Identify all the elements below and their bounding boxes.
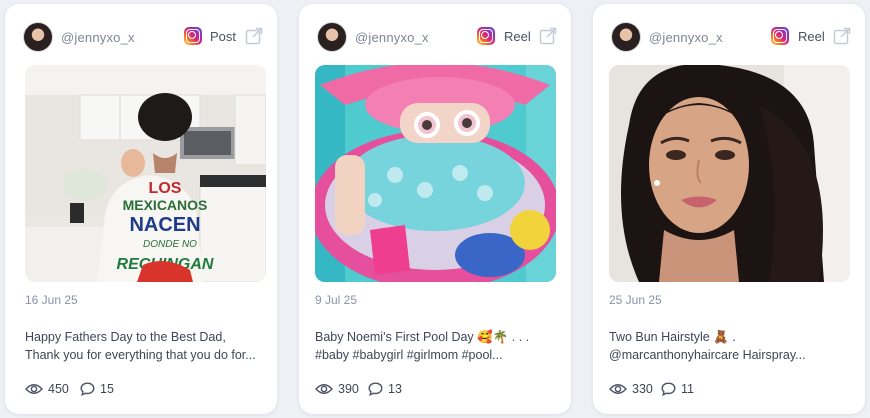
account-handle[interactable]: @jennyxo_x [649,30,723,45]
caption-line: Baby Noemi's First Pool Day 🥰🌴 . . . [315,330,530,344]
card-header: @jennyxo_x Reel [593,22,865,56]
instagram-icon [771,27,789,45]
eye-icon [609,384,627,394]
avatar[interactable] [611,22,641,52]
eye-icon [25,384,43,394]
post-date: 9 Jul 25 [315,293,358,307]
external-link-icon[interactable] [538,26,558,46]
shirt-text: LOS [149,180,182,197]
account-handle[interactable]: @jennyxo_x [355,30,429,45]
post-type-label: Reel [798,29,825,44]
comments-count: 15 [100,382,114,396]
post-card[interactable]: @jennyxo_x Post LOS MEXICANOS NACEN DOND… [5,4,277,414]
comment-icon [80,382,95,396]
caption-line: Happy Fathers Day to the Best Dad, [25,330,226,344]
post-caption[interactable]: Baby Noemi's First Pool Day 🥰🌴 . . . #ba… [315,328,560,364]
external-link-icon[interactable] [832,26,852,46]
post-image[interactable]: LOS MEXICANOS NACEN DONDE NO RECHINGAN [25,65,266,282]
shirt-text: MEXICANOS [123,197,208,213]
avatar[interactable] [23,22,53,52]
post-card[interactable]: @jennyxo_x Reel 9 Jul 25 Baby Noemi's Fi… [299,4,571,414]
comment-icon [661,382,676,396]
post-type-label: Post [210,29,237,44]
comments-count: 11 [681,382,694,396]
views-stat: 330 [609,380,653,398]
comments-stat: 11 [661,380,694,398]
post-date: 16 Jun 25 [25,293,78,307]
comments-stat: 15 [80,380,114,398]
views-count: 450 [48,382,69,396]
post-caption[interactable]: Happy Fathers Day to the Best Dad, Thank… [25,328,270,364]
post-card[interactable]: @jennyxo_x Reel 25 Jun 25 Two Bun Hairst… [593,4,865,414]
card-header: @jennyxo_x Post [5,22,277,56]
caption-line: Thank you for everything that you do for… [25,348,256,362]
instagram-icon [184,27,202,45]
post-image[interactable] [315,65,556,282]
views-stat: 450 [25,380,69,398]
caption-line: Two Bun Hairstyle 🧸 . [609,330,736,344]
post-caption[interactable]: Two Bun Hairstyle 🧸 . @marcanthonyhairca… [609,328,854,364]
post-date: 25 Jun 25 [609,293,662,307]
avatar[interactable] [317,22,347,52]
external-link-icon[interactable] [244,26,264,46]
comments-count: 13 [388,382,402,396]
post-image[interactable] [609,65,850,282]
views-stat: 390 [315,380,359,398]
views-count: 330 [632,382,653,396]
card-header: @jennyxo_x Reel [299,22,571,56]
post-type-label: Reel [504,29,531,44]
comment-icon [368,382,383,396]
eye-icon [315,384,333,394]
caption-line: @marcanthonyhaircare Hairspray... [609,348,806,362]
shirt-text: NACEN [129,214,200,236]
account-handle[interactable]: @jennyxo_x [61,30,135,45]
comments-stat: 13 [368,380,402,398]
shirt-text: DONDE NO [143,239,197,250]
caption-line: #baby #babygirl #girlmom #pool... [315,348,503,362]
instagram-icon [477,27,495,45]
views-count: 390 [338,382,359,396]
